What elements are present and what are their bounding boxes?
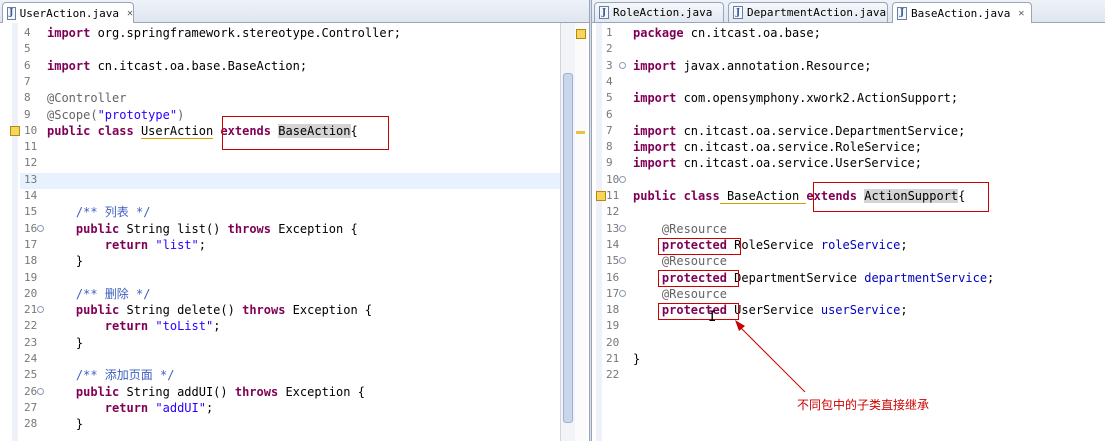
close-icon[interactable]: ✕ — [1018, 8, 1024, 19]
tab-label: UserAction.java — [19, 6, 119, 20]
annotation-arrow — [735, 320, 806, 393]
tab-useraction[interactable]: J UserAction.java ✕ — [2, 2, 134, 23]
java-file-icon: J — [897, 6, 907, 20]
tab-baseaction[interactable]: J BaseAction.java ✕ — [892, 2, 1032, 23]
java-file-icon: J — [7, 6, 16, 20]
annotation-label: 不同包中的子类直接继承 — [797, 398, 930, 412]
tab-label: BaseAction.java — [911, 6, 1011, 20]
close-icon[interactable]: ✕ — [127, 8, 133, 19]
text-cursor-icon: I — [708, 309, 717, 325]
